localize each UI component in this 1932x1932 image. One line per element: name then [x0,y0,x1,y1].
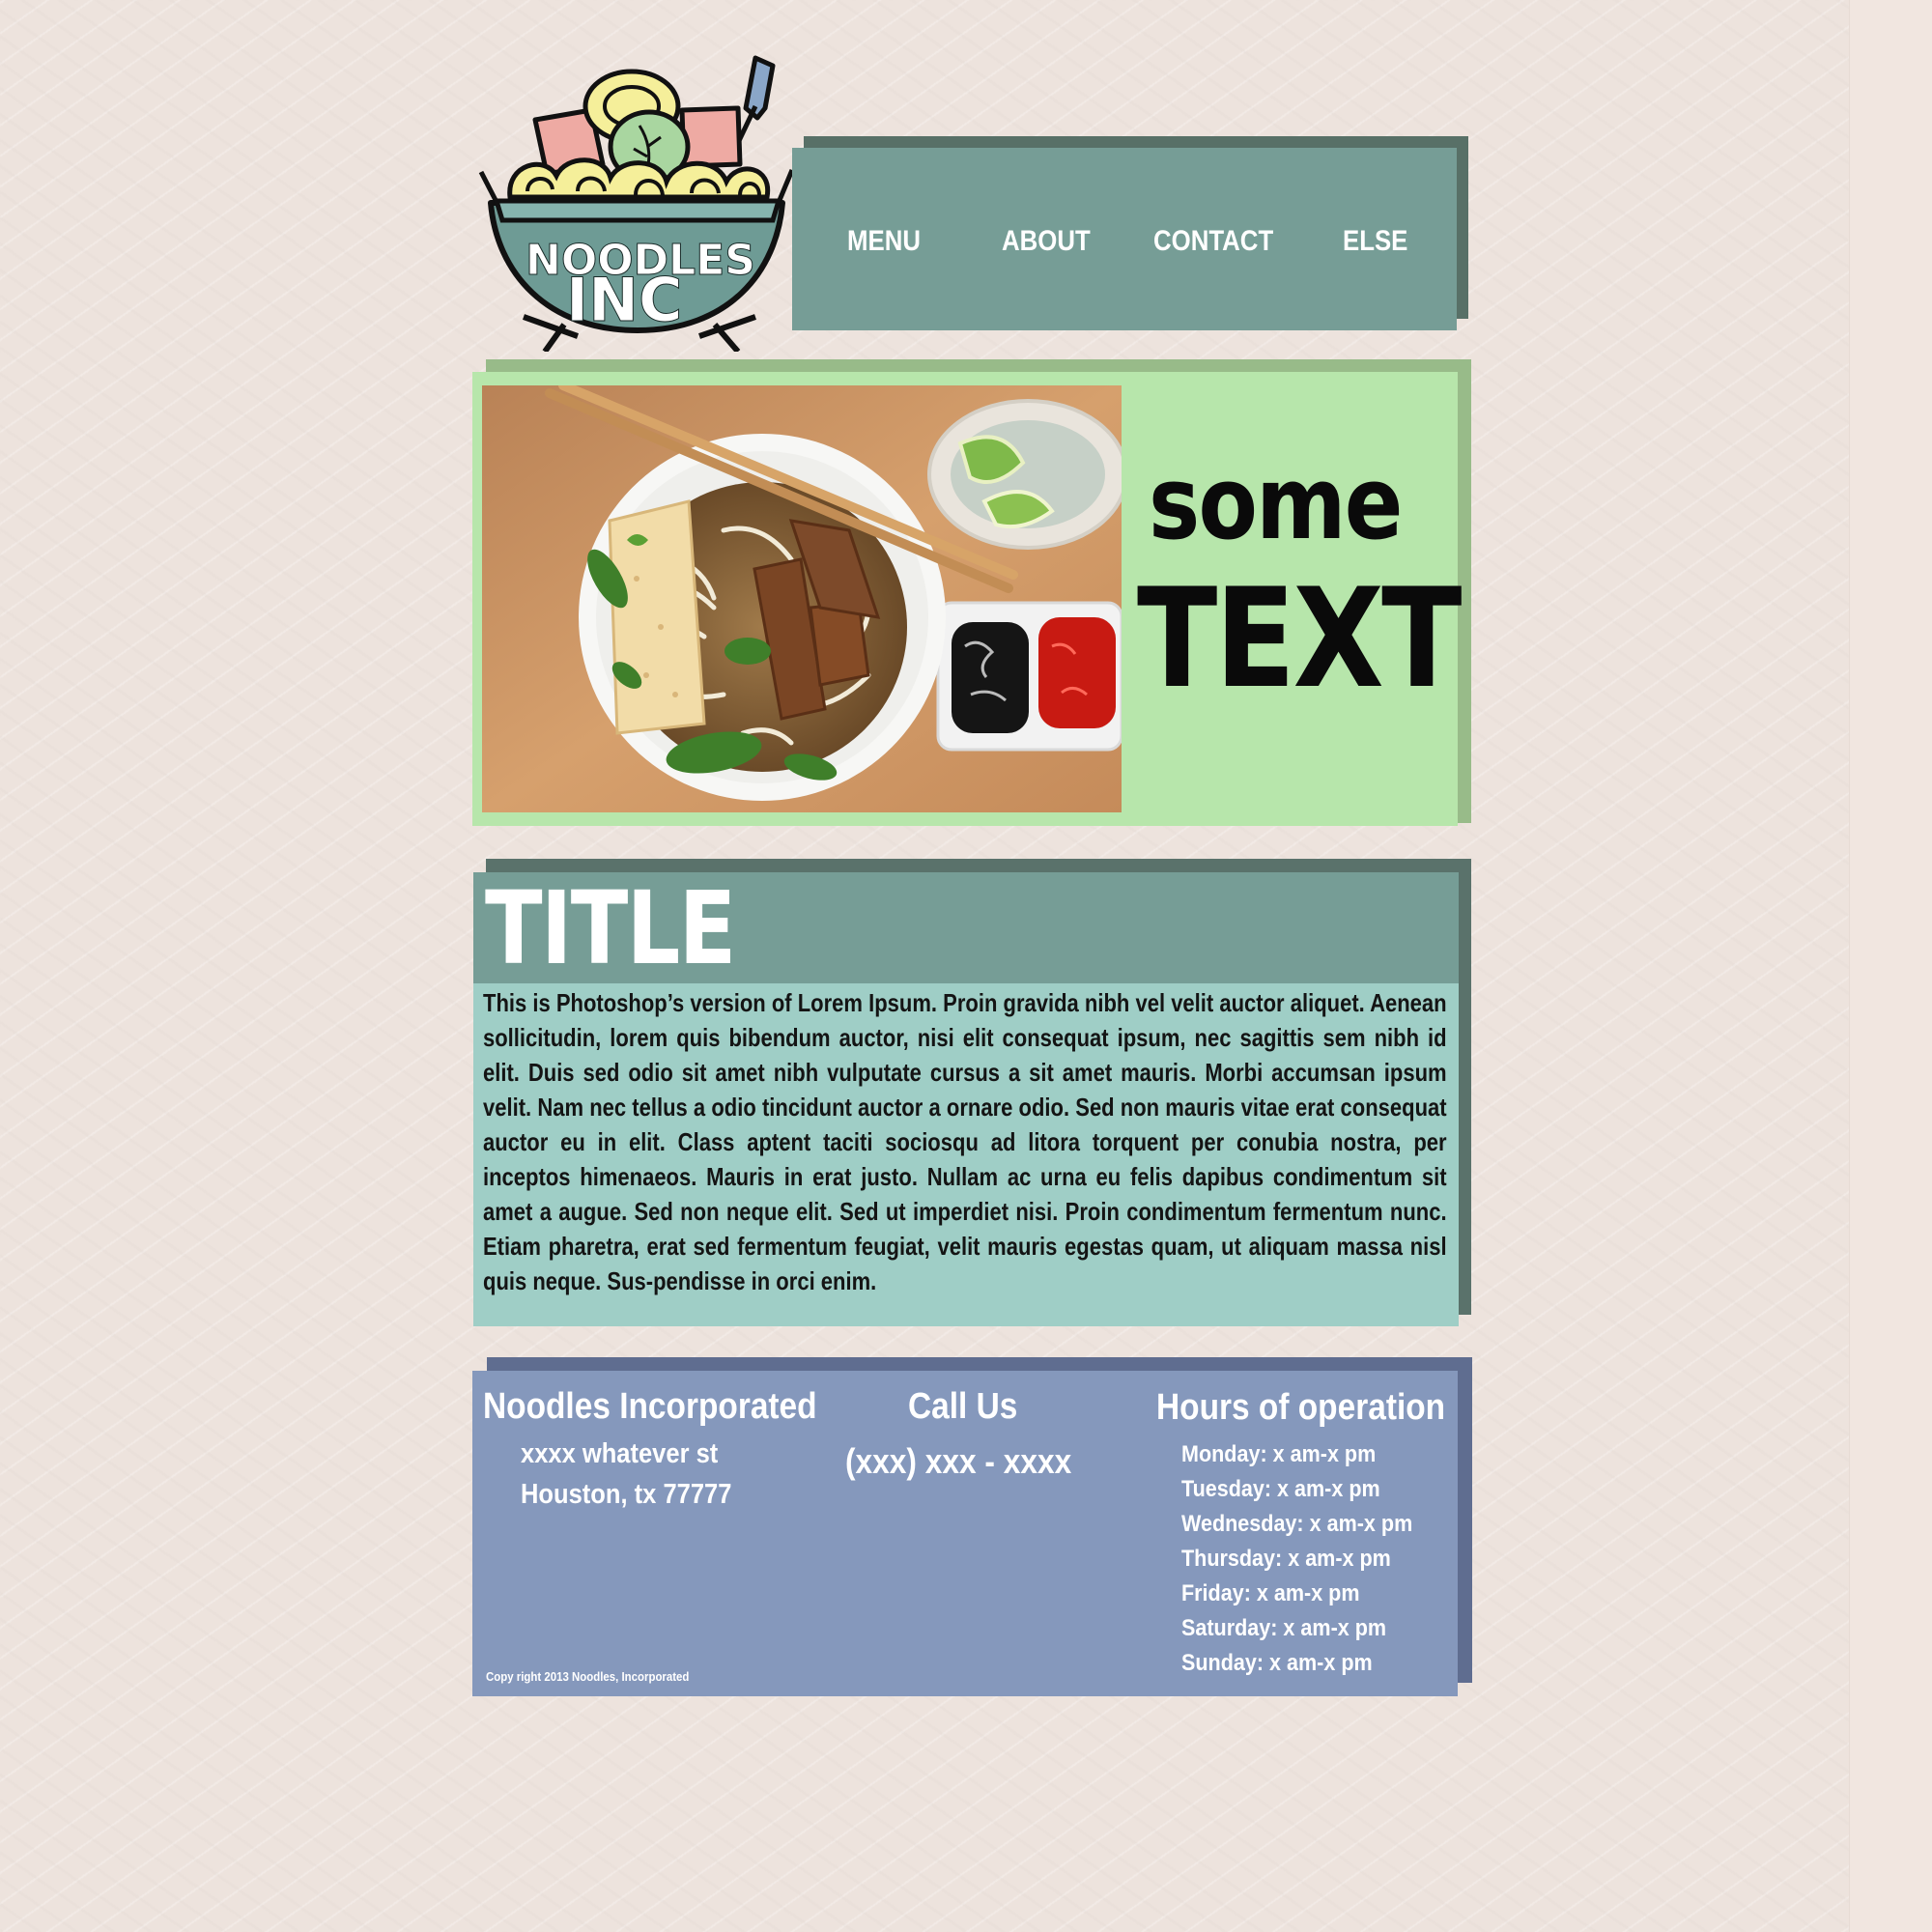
main-nav: MENU ABOUT CONTACT ELSE [792,148,1457,330]
footer-call-heading: Call Us [908,1386,1018,1427]
content-header: TITLE [473,872,1459,983]
hours-saturday: Saturday: x am-x pm [1181,1615,1387,1641]
page-edge-strip [1849,0,1932,1932]
footer-hours-heading: Hours of operation [1156,1387,1446,1428]
nav-about-link[interactable]: ABOUT [1002,225,1091,258]
hours-monday: Monday: x am-x pm [1181,1441,1377,1467]
hours-sunday: Sunday: x am-x pm [1181,1650,1373,1676]
footer-address: xxxx whatever st Houston, tx 77777 [521,1434,731,1515]
hours-friday: Friday: x am-x pm [1181,1580,1360,1606]
content-title: TITLE [485,869,736,987]
footer-company-name: Noodles Incorporated [483,1386,817,1427]
hours-wednesday: Wednesday: x am-x pm [1181,1511,1413,1537]
content-section: TITLE This is Photoshop’s version of Lor… [473,872,1459,1326]
hours-thursday: Thursday: x am-x pm [1181,1546,1391,1572]
nav-contact-link[interactable]: CONTACT [1153,225,1273,258]
footer-copyright: Copy right 2013 Noodles, Incorporated [486,1669,690,1684]
footer-hours-list: Monday: x am-x pm Tuesday: x am-x pm Wed… [1181,1437,1412,1681]
noodles-inc-logo[interactable]: NOODLES INC [477,50,796,352]
noodle-bowl-icon: NOODLES INC [478,55,795,352]
footer-phone-number[interactable]: (xxx) xxx - xxxx [845,1444,1071,1479]
hero-big-text: TEXT [1137,559,1462,719]
footer-address-line2: Houston, tx 77777 [521,1479,732,1510]
hero-small-text: some [1149,444,1403,562]
footer-address-line1: xxxx whatever st [521,1438,719,1469]
hero-banner: some TEXT [472,372,1462,826]
nav-else-link[interactable]: ELSE [1343,225,1407,258]
site-footer: Noodles Incorporated xxxx whatever st Ho… [472,1371,1458,1696]
hero-photo-noodle-bowl [482,385,1122,812]
hours-tuesday: Tuesday: x am-x pm [1181,1476,1380,1502]
content-body-text: This is Photoshop’s version of Lorem Ips… [483,990,1447,1295]
logo-text-line2: INC [566,265,682,335]
nav-menu-link[interactable]: MENU [847,225,921,258]
